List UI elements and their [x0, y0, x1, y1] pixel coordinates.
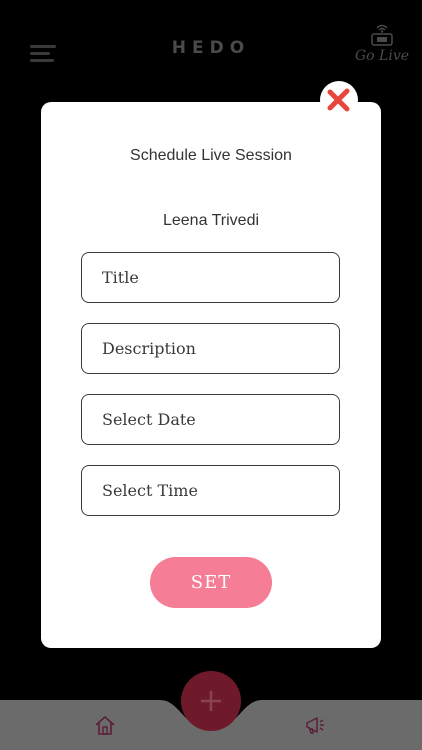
go-live-button[interactable]: Go Live: [352, 24, 412, 64]
nav-announcements[interactable]: [304, 714, 326, 741]
broadcast-icon: [371, 24, 393, 46]
date-picker-input[interactable]: Select Date: [81, 394, 340, 445]
time-placeholder: Select Time: [102, 481, 198, 500]
megaphone-icon: [306, 717, 324, 734]
title-input[interactable]: Title: [81, 252, 340, 303]
go-live-label: Go Live: [354, 48, 410, 64]
date-placeholder: Select Date: [102, 410, 196, 429]
time-picker-input[interactable]: Select Time: [81, 465, 340, 516]
modal-title: Schedule Live Session: [130, 147, 292, 164]
add-button[interactable]: [181, 671, 241, 731]
plus-icon: [201, 691, 221, 711]
home-icon: [95, 716, 115, 735]
app-header: HEDO Go Live: [0, 0, 422, 100]
set-button[interactable]: SET: [150, 557, 272, 608]
close-button[interactable]: [320, 81, 358, 119]
title-placeholder: Title: [102, 268, 139, 287]
description-input[interactable]: Description: [81, 323, 340, 374]
nav-home[interactable]: [94, 714, 116, 741]
user-name: Leena Trivedi: [162, 212, 260, 229]
close-icon: [327, 88, 350, 112]
schedule-session-modal: Schedule Live Session Leena Trivedi Titl…: [41, 102, 381, 648]
description-placeholder: Description: [102, 339, 196, 358]
